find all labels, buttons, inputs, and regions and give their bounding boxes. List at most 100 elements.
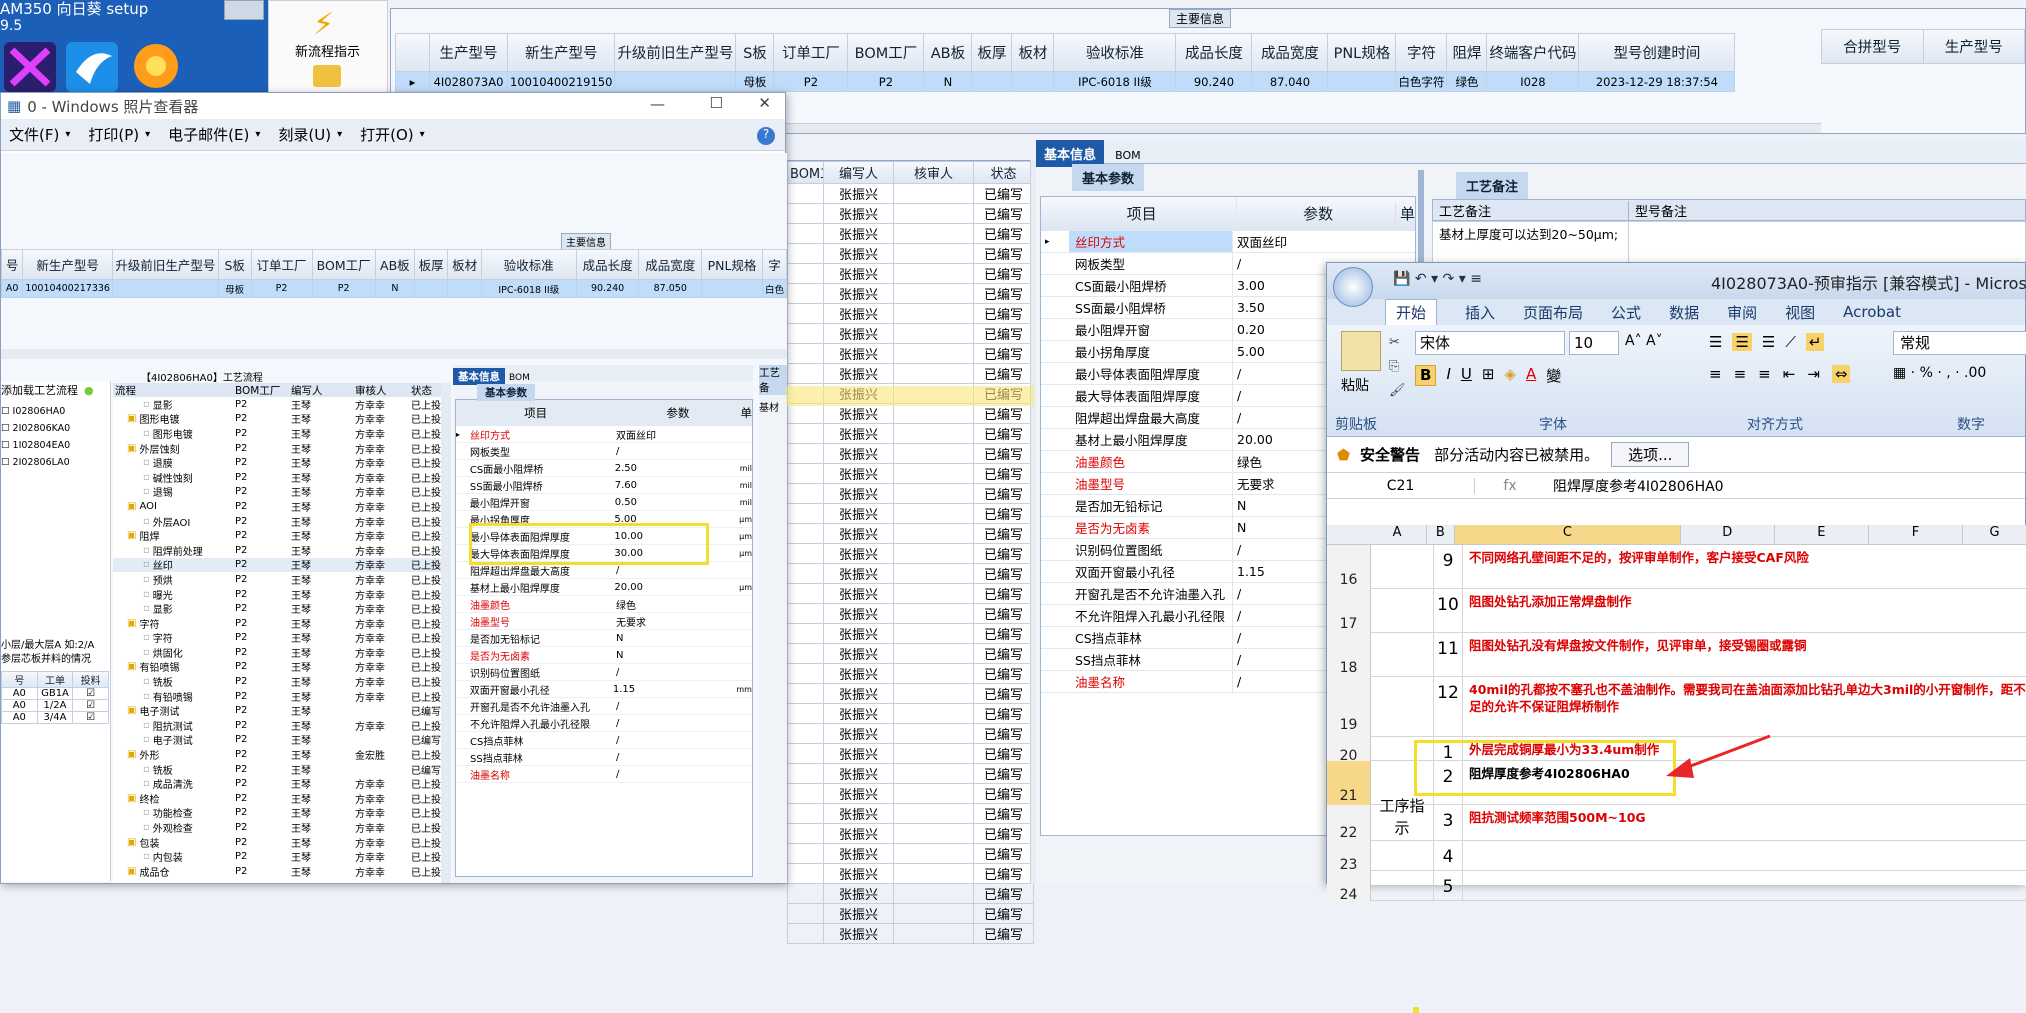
sheet-row[interactable]: 18 11 阻图处钻孔没有焊盘按文件制作，见评审单，接受锡圈或露铜 xyxy=(1327,633,2026,677)
col-header[interactable]: BOM工厂 xyxy=(787,161,824,184)
table-row[interactable]: 张振兴 已编写 xyxy=(787,903,1034,924)
table-row[interactable]: 张振兴 已编写 xyxy=(787,243,1034,264)
cell[interactable]: 张振兴 xyxy=(823,223,894,244)
cell[interactable]: GB1A xyxy=(36,687,74,700)
col-header[interactable]: AB板 xyxy=(923,33,973,72)
col-header[interactable]: BOM工厂 xyxy=(847,33,925,72)
font-name-select[interactable]: 宋体 xyxy=(1415,331,1565,355)
cell[interactable]: 张振兴 xyxy=(823,603,894,624)
col-header[interactable]: 板材 xyxy=(447,249,482,280)
sheet-row[interactable]: 19 12 40mil的孔都按不塞孔也不盖油制作。需要我司在盖油面添加比钻孔单边大3… xyxy=(1327,677,2026,737)
param-value[interactable]: 0.50 xyxy=(615,497,740,508)
tree-row[interactable]: ▫ 曝光 P2 王琴 方幸幸 已上投 xyxy=(113,587,441,602)
param-row[interactable]: 是否加无铅标记 N xyxy=(456,630,752,647)
param-row[interactable]: 开窗孔是否不允许油墨入孔 / xyxy=(456,698,752,715)
cell[interactable] xyxy=(787,443,824,464)
cell[interactable]: 1/2A xyxy=(36,699,74,712)
fx-icon[interactable]: fx xyxy=(1475,478,1545,494)
cell[interactable]: 90.240 xyxy=(575,279,640,298)
param-value[interactable]: 2.50 xyxy=(615,463,740,474)
table-row[interactable]: 张振兴 已编写 xyxy=(787,703,1034,724)
row-number[interactable]: 21 xyxy=(1327,761,1371,805)
cell-b[interactable]: 11 xyxy=(1433,633,1463,676)
cell[interactable]: A0 xyxy=(1,699,38,712)
cell[interactable] xyxy=(893,323,974,344)
corner-cell[interactable] xyxy=(1327,525,1368,544)
orientation-icon[interactable]: ⟋ xyxy=(1785,333,1796,351)
cell[interactable] xyxy=(893,603,974,624)
checkbox-icon[interactable]: ☐ xyxy=(1,406,13,417)
app-x-icon[interactable] xyxy=(4,42,56,92)
cell[interactable]: 87.040 xyxy=(1251,71,1329,92)
number-format-select[interactable]: 常规 xyxy=(1893,331,2026,355)
table-row[interactable]: 张振兴 已编写 xyxy=(787,323,1034,344)
col-header[interactable]: 生产型号 xyxy=(429,33,508,72)
table-row[interactable]: 张振兴 已编写 xyxy=(787,223,1034,244)
cell[interactable] xyxy=(787,423,824,444)
bold-icon[interactable]: B xyxy=(1415,365,1437,386)
param-value[interactable]: / xyxy=(616,565,742,576)
param-row[interactable]: SS挡点菲林 / xyxy=(456,749,752,766)
cell[interactable]: 已编写 xyxy=(973,523,1034,544)
align-bottom-icon[interactable]: ☰ xyxy=(1762,333,1775,351)
cell[interactable] xyxy=(787,883,824,904)
column-header[interactable]: B xyxy=(1427,525,1455,544)
cell[interactable]: 张振兴 xyxy=(823,243,894,264)
italic-icon[interactable]: I xyxy=(1446,365,1450,386)
tree-row[interactable]: ▫ 电子测试 P2 王琴 已编写 xyxy=(113,733,441,747)
cell[interactable] xyxy=(893,503,974,524)
cell[interactable]: 张振兴 xyxy=(823,703,894,724)
cell[interactable] xyxy=(893,303,974,324)
cell[interactable] xyxy=(893,863,974,884)
cell[interactable]: 已编写 xyxy=(973,543,1034,564)
table-row[interactable]: 张振兴 已编写 xyxy=(787,283,1034,304)
cell[interactable] xyxy=(787,763,824,784)
cell[interactable]: P2 xyxy=(847,71,925,92)
cell[interactable]: 2023-12-29 18:37:54 xyxy=(1578,71,1736,92)
menu-item[interactable]: 刻录(U) xyxy=(278,124,331,145)
cell[interactable] xyxy=(787,243,824,264)
col-header[interactable]: 合拼型号 xyxy=(1821,29,1924,64)
cell[interactable] xyxy=(893,683,974,704)
cell[interactable] xyxy=(787,823,824,844)
new-flow-label[interactable]: 新流程指示 xyxy=(295,41,360,60)
tree-row[interactable]: ▫ 阻焊前处理 P2 王琴 方幸幸 已上投 xyxy=(113,543,441,558)
tree-scrollbar[interactable] xyxy=(441,383,451,883)
menu-item[interactable]: 电子邮件(E) xyxy=(168,124,249,145)
indent-decrease-icon[interactable]: ⇤ xyxy=(1783,365,1796,383)
table-row[interactable]: A0 1/2A ☑ xyxy=(1,699,109,712)
cell[interactable]: 已编写 xyxy=(973,583,1034,604)
cell[interactable] xyxy=(787,203,824,224)
param-value[interactable]: / xyxy=(616,667,742,678)
col-header[interactable]: 板厚 xyxy=(971,33,1013,72)
checkbox-icon[interactable]: ☐ xyxy=(1,423,13,434)
sheet-row[interactable]: 22 3 阻抗测试频率范围500M~10G xyxy=(1327,805,2026,841)
cell[interactable]: 张振兴 xyxy=(823,783,894,804)
cell[interactable] xyxy=(787,643,824,664)
col-header[interactable]: 板材 xyxy=(1011,33,1055,72)
cell[interactable] xyxy=(787,503,824,524)
cell[interactable] xyxy=(893,523,974,544)
quick-access-icons[interactable]: 💾 ↶ ▾ ↷ ▾ ≡ xyxy=(1393,271,1482,287)
table-row[interactable]: 张振兴 已编写 xyxy=(787,343,1034,364)
column-header[interactable]: C xyxy=(1455,525,1681,544)
cell[interactable]: 张振兴 xyxy=(823,823,894,844)
cell[interactable] xyxy=(111,279,219,298)
cell-b[interactable]: 9 xyxy=(1433,545,1463,588)
cell[interactable]: 已编写 xyxy=(973,863,1034,884)
param-value[interactable]: 7.60 xyxy=(615,480,740,491)
cell[interactable]: 张振兴 xyxy=(823,423,894,444)
indent-increase-icon[interactable]: ⇥ xyxy=(1807,365,1820,383)
param-row[interactable]: ▸ 丝印方式 双面丝印 xyxy=(456,426,752,443)
sheet-row[interactable]: 23 4 xyxy=(1327,841,2026,873)
param-value[interactable]: / xyxy=(616,701,742,712)
tree-row[interactable]: ▫ 有铅喷锡 P2 王琴 方幸幸 已上投 xyxy=(113,689,441,704)
param-row[interactable]: SS面最小阻焊桥 7.60 mil xyxy=(456,477,752,494)
table-row[interactable]: 张振兴 已编写 xyxy=(787,683,1034,704)
align-right-icon[interactable]: ≡ xyxy=(1758,365,1771,383)
sheet-row[interactable]: 24 5 xyxy=(1327,871,2026,903)
tree-row[interactable]: ▫ 字符 P2 王琴 方幸幸 已上投 xyxy=(113,631,441,645)
param-row[interactable]: 双面开窗最小孔径 1.15 mm xyxy=(456,681,752,698)
cell-b[interactable]: 12 xyxy=(1433,677,1463,736)
align-top-icon[interactable]: ☰ xyxy=(1709,333,1722,351)
